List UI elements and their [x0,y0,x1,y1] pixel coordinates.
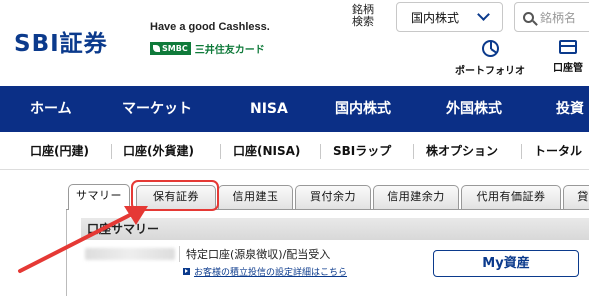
subnav-account-foreign[interactable]: 口座(外貨建) [123,132,194,170]
portfolio-chart-icon [481,40,499,57]
nav-nisa[interactable]: NISA [250,86,288,132]
subnav-divider [320,144,321,159]
nav-market[interactable]: マーケット [122,86,192,132]
arrow-right-icon [183,268,190,275]
nav-domestic-stocks[interactable]: 国内株式 [335,86,391,132]
tab-margin-positions[interactable]: 信用建玉 [218,185,293,209]
subnav-divider [521,144,522,159]
nav-foreign-stocks[interactable]: 外国株式 [446,86,502,132]
account-card-icon [559,40,577,54]
smbc-badge-text: SMBC [162,44,188,53]
nav-home[interactable]: ホーム [30,86,72,132]
my-assets-button[interactable]: My資産 [433,250,579,277]
tab-margin-power[interactable]: 信用建余力 [373,185,459,209]
search-input[interactable]: 銘柄名 [514,2,589,32]
account-type: 特定口座(源泉徴収)/配当受入 [179,246,330,262]
chevron-down-icon [477,8,490,21]
smbc-partner: SMBC 三井住友カード [150,41,265,56]
account-number-redacted [85,248,175,260]
site-header: SBI証券 Have a good Cashless. SMBC 三井住友カード… [0,0,589,86]
savings-settings-link-text: お客様の積立投信の設定詳細はこちら [194,268,348,278]
search-label: 銘柄 検索 [352,3,374,28]
highlight-annotation [131,180,219,211]
subnav-divider [111,144,112,159]
account-management-label: 口座管 [553,63,583,74]
tab-lending[interactable]: 貸 [563,185,589,209]
tagline: Have a good Cashless. [150,21,270,33]
subnav-account-nisa[interactable]: 口座(NISA) [233,132,300,170]
smbc-card-name: 三井住友カード [194,45,265,56]
account-summary-panel: 口座サマリー 特定口座(源泉徴収)/配当受入 お客様の積立投信の設定詳細はこちら… [66,210,589,296]
tab-collateral-securities[interactable]: 代用有価証券 [461,185,561,209]
smbc-badge: SMBC [150,42,191,55]
subnav-sbi-wrap[interactable]: SBIラップ [333,132,391,170]
tab-summary[interactable]: サマリー [68,184,130,210]
search-icon [523,11,534,23]
market-select[interactable]: 国内株式 [396,2,503,32]
sbi-logo[interactable]: SBI証券 [14,24,108,58]
subnav-stock-options[interactable]: 株オプション [426,132,498,170]
subnav-divider [413,144,414,159]
summary-header: 口座サマリー [81,218,589,240]
search-placeholder: 銘柄名 [540,10,577,25]
subnav-divider [220,144,221,159]
account-management-link[interactable]: 口座管 [553,40,583,74]
portfolio-label: ポートフォリオ [455,66,525,77]
main-nav: ホーム マーケット NISA 国内株式 外国株式 投資 [0,86,589,132]
market-select-value: 国内株式 [411,10,460,25]
portfolio-link[interactable]: ポートフォリオ [455,40,525,77]
subnav-account-yen[interactable]: 口座(円建) [30,132,89,170]
tab-buying-power[interactable]: 買付余力 [295,185,371,209]
savings-settings-link[interactable]: お客様の積立投信の設定詳細はこちら [183,265,347,278]
nav-investment-trust[interactable]: 投資 [556,86,584,132]
account-sub-nav: 口座(円建) 口座(外貨建) 口座(NISA) SBIラップ 株オプション トー… [0,132,589,170]
smbc-leaf-icon [153,45,160,52]
subnav-total[interactable]: トータル [534,132,582,170]
